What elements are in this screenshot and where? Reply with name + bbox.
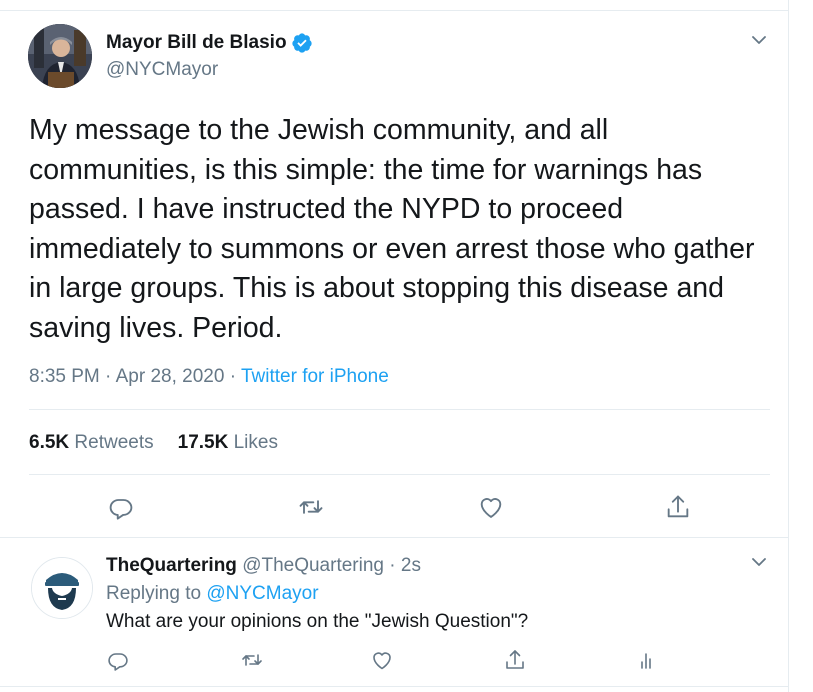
heart-icon[interactable] <box>477 493 505 521</box>
tweet-text: My message to the Jewish community, and … <box>29 114 755 344</box>
retweets-count: 6.5K <box>29 432 70 453</box>
divider <box>29 474 770 475</box>
retweet-icon[interactable] <box>297 493 325 521</box>
meta-separator: · <box>229 366 237 387</box>
divider <box>29 409 770 410</box>
replying-to-label: Replying to <box>106 583 202 604</box>
reply-time[interactable]: 2s <box>401 555 421 576</box>
tweet-detail-page: Mayor Bill de Blasio @NYCMayor My messag… <box>0 0 813 692</box>
likes-label: Likes <box>233 432 278 453</box>
tweet-source-link[interactable]: Twitter for iPhone <box>241 366 389 387</box>
top-border <box>0 10 788 11</box>
tweet-stats: 6.5K Retweets 17.5K Likes <box>29 432 278 454</box>
divider <box>0 686 788 687</box>
meta-separator: · <box>105 366 112 387</box>
divider <box>0 537 788 538</box>
replying-to-handle[interactable]: @NYCMayor <box>206 583 318 604</box>
heart-icon[interactable] <box>370 648 394 672</box>
share-icon[interactable] <box>664 493 692 521</box>
analytics-icon[interactable] <box>636 648 660 672</box>
verified-badge-icon <box>291 32 313 54</box>
likes-stat[interactable]: 17.5K Likes <box>178 432 278 453</box>
reply-header: TheQuartering @TheQuartering · 2s <box>106 555 421 577</box>
meta-separator: · <box>389 555 396 576</box>
reply-author-name[interactable]: TheQuartering <box>106 555 237 576</box>
replying-to: Replying to @NYCMayor <box>106 583 319 605</box>
author-handle[interactable]: @NYCMayor <box>106 59 218 81</box>
reply-icon[interactable] <box>107 493 135 521</box>
reply-icon[interactable] <box>106 648 130 672</box>
tweet-time[interactable]: 8:35 PM <box>29 366 100 387</box>
tweet-date[interactable]: Apr 28, 2020 <box>116 366 225 387</box>
chevron-down-icon[interactable] <box>749 552 769 572</box>
reply-text: What are your opinions on the "Jewish Qu… <box>106 611 529 632</box>
likes-count: 17.5K <box>177 432 229 453</box>
retweets-label: Retweets <box>74 432 154 453</box>
tweet-meta: 8:35 PM · Apr 28, 2020 · Twitter for iPh… <box>29 366 389 388</box>
share-icon[interactable] <box>503 648 527 672</box>
avatar[interactable] <box>31 557 93 619</box>
author-name[interactable]: Mayor Bill de Blasio <box>106 32 287 54</box>
retweets-stat[interactable]: 6.5K Retweets <box>29 432 154 453</box>
reply-author-handle[interactable]: @TheQuartering <box>242 555 384 576</box>
author-name-row[interactable]: Mayor Bill de Blasio <box>106 32 313 54</box>
chevron-down-icon[interactable] <box>749 30 769 50</box>
column-border <box>788 0 789 692</box>
avatar[interactable] <box>28 24 92 88</box>
retweet-icon[interactable] <box>240 648 264 672</box>
